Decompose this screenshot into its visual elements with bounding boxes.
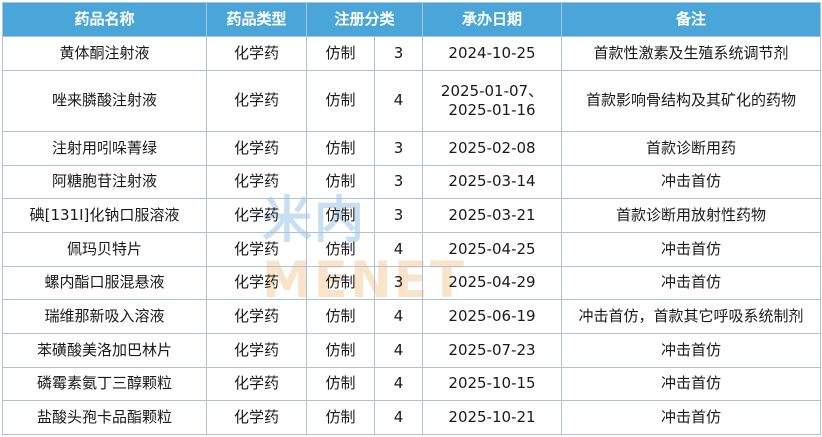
- cell-registration-class: 4: [373, 231, 424, 267]
- cell-drug-type: 化学药: [206, 332, 307, 368]
- cell-registration-class: 3: [373, 164, 424, 200]
- cell-drug-name: 黄体酮注射液: [2, 36, 207, 71]
- cell-drug-type: 化学药: [206, 299, 307, 334]
- table-row: 注射用吲哚菁绿 化学药 仿制 3 2025-02-08 首款诊断用药: [2, 130, 822, 166]
- header-registration-class: 注册分类: [305, 2, 424, 37]
- cell-registration-class: 3: [373, 265, 424, 301]
- cell-notes: 冲击首仿，首款其它呼吸系统制剂: [561, 299, 822, 334]
- cell-registration-class: 3: [373, 130, 424, 166]
- table-row: 碘[131I]化钠口服溶液 化学药 仿制 3 2025-03-21 首款诊断用放射性药物: [2, 198, 822, 233]
- table-row: 阿糖胞苷注射液 化学药 仿制 3 2025-03-14 冲击首仿: [2, 164, 822, 200]
- cell-drug-name: 瑞维那新吸入溶液: [2, 299, 207, 334]
- cell-registration-class: 3: [373, 36, 424, 71]
- cell-filing-date: 2025-02-08: [422, 130, 563, 166]
- cell-notes: 冲击首仿: [561, 164, 822, 200]
- cell-registration-class: 4: [373, 366, 424, 402]
- cell-filing-date: 2025-01-07、 2025-01-16: [422, 69, 563, 132]
- cell-filing-date: 2025-03-14: [422, 164, 563, 200]
- cell-drug-name: 注射用吲哚菁绿: [2, 130, 207, 166]
- cell-registration-kind: 仿制: [306, 198, 375, 233]
- table-row: 唑来膦酸注射液 化学药 仿制 4 2025-01-07、 2025-01-16 首款影响骨结…: [2, 69, 822, 132]
- cell-drug-name: 螺内酯口服混悬液: [2, 265, 207, 301]
- cell-drug-name: 佩玛贝特片: [2, 231, 207, 267]
- cell-filing-date: 2025-06-19: [422, 299, 563, 334]
- cell-registration-class: 4: [373, 69, 424, 132]
- cell-registration-kind: 仿制: [306, 130, 375, 166]
- cell-drug-type: 化学药: [206, 164, 307, 200]
- cell-filing-date: 2025-04-29: [422, 265, 563, 301]
- cell-notes: 首款诊断用放射性药物: [561, 198, 822, 233]
- cell-filing-date: 2025-04-25: [422, 231, 563, 267]
- cell-notes: 冲击首仿: [561, 332, 822, 368]
- cell-drug-type: 化学药: [206, 130, 307, 166]
- cell-drug-name: 阿糖胞苷注射液: [2, 164, 207, 200]
- cell-drug-name: 苯磺酸美洛加巴林片: [2, 332, 207, 368]
- table-body: 黄体酮注射液 化学药 仿制 3 2024-10-25 首款性激素及生殖系统调节剂 唑来膦酸注…: [2, 36, 822, 435]
- cell-filing-date: 2024-10-25: [422, 36, 563, 71]
- cell-registration-kind: 仿制: [306, 36, 375, 71]
- cell-drug-type: 化学药: [206, 36, 307, 71]
- drug-table: 药品名称 药品类型 注册分类 承办日期 备注 黄体酮注射液 化学药 仿制 3 2024-…: [2, 2, 822, 435]
- cell-drug-name: 碘[131I]化钠口服溶液: [2, 198, 207, 233]
- table-row: 黄体酮注射液 化学药 仿制 3 2024-10-25 首款性激素及生殖系统调节剂: [2, 36, 822, 71]
- cell-notes: 首款诊断用药: [561, 130, 822, 166]
- cell-registration-kind: 仿制: [306, 366, 375, 402]
- header-drug-name: 药品名称: [2, 2, 207, 37]
- cell-filing-date: 2025-10-21: [422, 400, 563, 435]
- cell-registration-kind: 仿制: [306, 164, 375, 200]
- table-header-row: 药品名称 药品类型 注册分类 承办日期 备注: [2, 2, 822, 37]
- cell-drug-name: 盐酸头孢卡品酯颗粒: [2, 400, 207, 435]
- header-filing-date: 承办日期: [422, 2, 563, 37]
- table-row: 螺内酯口服混悬液 化学药 仿制 3 2025-04-29 冲击首仿: [2, 265, 822, 301]
- cell-registration-kind: 仿制: [306, 265, 375, 301]
- cell-registration-kind: 仿制: [306, 231, 375, 267]
- header-notes: 备注: [561, 2, 822, 37]
- cell-registration-kind: 仿制: [306, 400, 375, 435]
- cell-notes: 冲击首仿: [561, 400, 822, 435]
- cell-filing-date: 2025-07-23: [422, 332, 563, 368]
- cell-drug-type: 化学药: [206, 69, 307, 132]
- cell-notes: 首款性激素及生殖系统调节剂: [561, 36, 822, 71]
- cell-registration-kind: 仿制: [306, 299, 375, 334]
- cell-registration-class: 4: [373, 299, 424, 334]
- cell-notes: 冲击首仿: [561, 265, 822, 301]
- cell-drug-type: 化学药: [206, 400, 307, 435]
- table-row: 瑞维那新吸入溶液 化学药 仿制 4 2025-06-19 冲击首仿，首款其它呼吸系统制剂: [2, 299, 822, 334]
- cell-drug-name: 唑来膦酸注射液: [2, 69, 207, 132]
- cell-drug-type: 化学药: [206, 366, 307, 402]
- cell-drug-type: 化学药: [206, 231, 307, 267]
- table-row: 磷霉素氨丁三醇颗粒 化学药 仿制 4 2025-10-15 冲击首仿: [2, 366, 822, 402]
- cell-drug-type: 化学药: [206, 198, 307, 233]
- cell-registration-class: 4: [373, 332, 424, 368]
- cell-registration-kind: 仿制: [306, 332, 375, 368]
- header-drug-type: 药品类型: [206, 2, 307, 37]
- cell-registration-kind: 仿制: [306, 69, 375, 132]
- cell-registration-class: 3: [373, 198, 424, 233]
- cell-registration-class: 4: [373, 400, 424, 435]
- cell-notes: 冲击首仿: [561, 366, 822, 402]
- cell-drug-name: 磷霉素氨丁三醇颗粒: [2, 366, 207, 402]
- cell-notes: 冲击首仿: [561, 231, 822, 267]
- table-row: 盐酸头孢卡品酯颗粒 化学药 仿制 4 2025-10-21 冲击首仿: [2, 400, 822, 435]
- cell-notes: 首款影响骨结构及其矿化的药物: [561, 69, 822, 132]
- table-row: 苯磺酸美洛加巴林片 化学药 仿制 4 2025-07-23 冲击首仿: [2, 332, 822, 368]
- table-row: 佩玛贝特片 化学药 仿制 4 2025-04-25 冲击首仿: [2, 231, 822, 267]
- cell-drug-type: 化学药: [206, 265, 307, 301]
- cell-filing-date: 2025-10-15: [422, 366, 563, 402]
- cell-filing-date: 2025-03-21: [422, 198, 563, 233]
